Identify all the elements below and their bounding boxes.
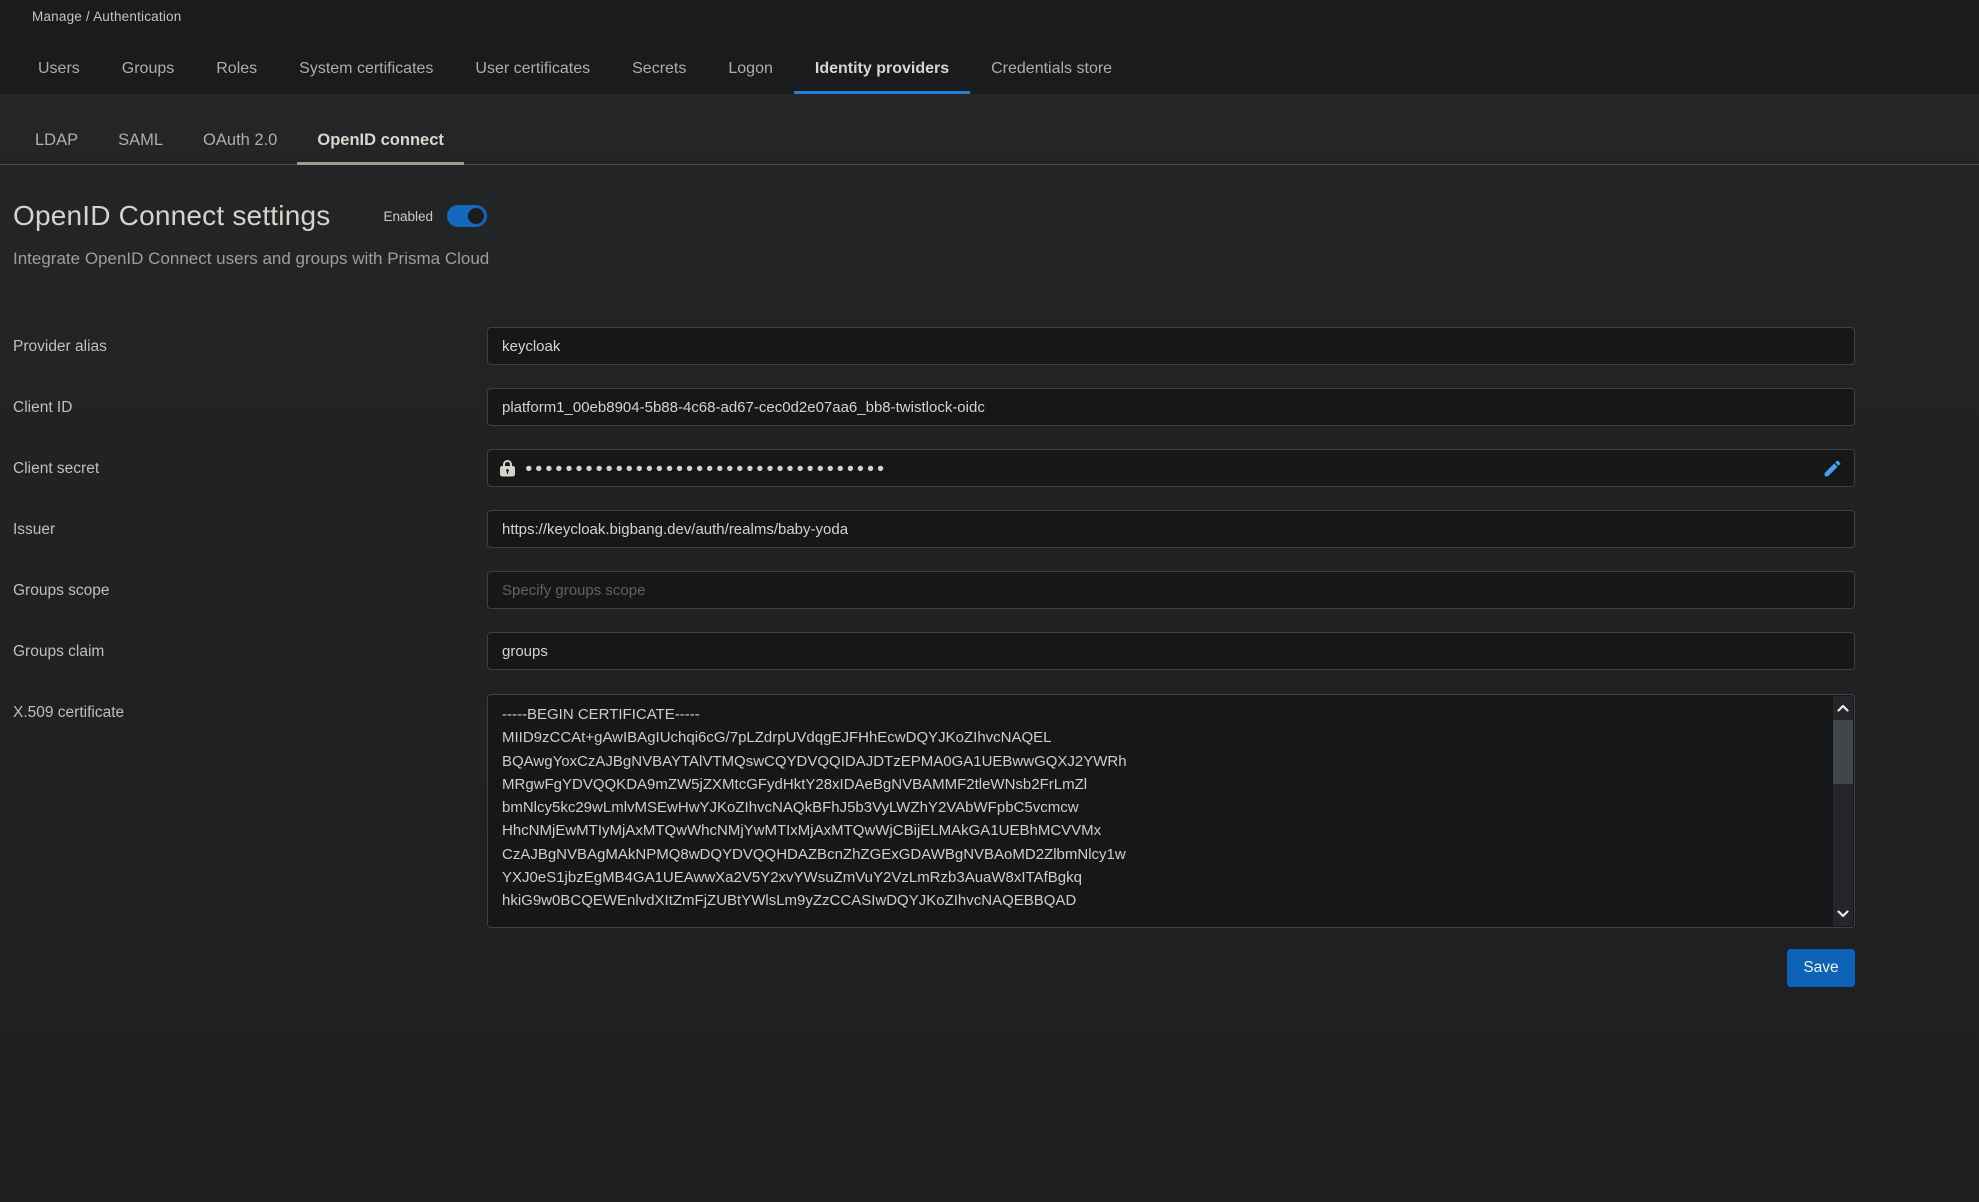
groups-scope-input[interactable] xyxy=(487,571,1855,609)
provider-alias-label: Provider alias xyxy=(13,338,107,356)
edit-secret-pencil-icon[interactable] xyxy=(1820,456,1844,480)
subtab-ldap[interactable]: LDAP xyxy=(15,124,98,165)
scroll-up-icon[interactable] xyxy=(1833,698,1853,718)
certificate-scrollbar[interactable] xyxy=(1833,696,1853,926)
tab-secrets[interactable]: Secrets xyxy=(611,50,707,94)
tab-roles[interactable]: Roles xyxy=(195,50,278,94)
provider-alias-input[interactable] xyxy=(487,327,1855,365)
enabled-label: Enabled xyxy=(383,209,433,224)
tab-groups[interactable]: Groups xyxy=(101,50,195,94)
scrollbar-thumb[interactable] xyxy=(1833,720,1853,784)
subtab-openid-connect[interactable]: OpenID connect xyxy=(297,124,464,165)
tab-identity-providers[interactable]: Identity providers xyxy=(794,50,970,94)
issuer-input[interactable] xyxy=(487,510,1855,548)
enabled-toggle[interactable] xyxy=(447,205,487,227)
page-description: Integrate OpenID Connect users and group… xyxy=(13,249,489,269)
client-secret-label: Client secret xyxy=(13,460,99,478)
groups-claim-label: Groups claim xyxy=(13,643,104,661)
lock-icon xyxy=(500,460,515,477)
x509-certificate-textarea[interactable]: -----BEGIN CERTIFICATE----- MIID9zCCAt+g… xyxy=(487,694,1855,928)
tab-logon[interactable]: Logon xyxy=(707,50,794,94)
sub-tab-bar: LDAP SAML OAuth 2.0 OpenID connect xyxy=(15,124,464,165)
subtab-oauth2[interactable]: OAuth 2.0 xyxy=(183,124,297,165)
tab-users[interactable]: Users xyxy=(17,50,101,94)
tab-system-certificates[interactable]: System certificates xyxy=(278,50,454,94)
main-tab-bar: Users Groups Roles System certificates U… xyxy=(17,50,1133,94)
client-id-input[interactable] xyxy=(487,388,1855,426)
client-id-label: Client ID xyxy=(13,399,72,417)
breadcrumb: Manage / Authentication xyxy=(32,9,181,24)
openid-connect-settings-page: Manage / Authentication Users Groups Rol… xyxy=(0,0,1979,1202)
toggle-knob-icon xyxy=(468,208,484,224)
page-title: OpenID Connect settings xyxy=(13,200,330,232)
x509-certificate-value[interactable]: -----BEGIN CERTIFICATE----- MIID9zCCAt+g… xyxy=(502,703,1824,921)
groups-claim-input[interactable] xyxy=(487,632,1855,670)
tab-credentials-store[interactable]: Credentials store xyxy=(970,50,1133,94)
client-secret-masked-value: ●●●●●●●●●●●●●●●●●●●●●●●●●●●●●●●●●●●● xyxy=(525,461,887,475)
save-button[interactable]: Save xyxy=(1787,949,1855,987)
top-header: Manage / Authentication Users Groups Rol… xyxy=(0,0,1979,94)
client-secret-field[interactable]: ●●●●●●●●●●●●●●●●●●●●●●●●●●●●●●●●●●●● xyxy=(487,449,1855,487)
issuer-label: Issuer xyxy=(13,521,55,539)
groups-scope-label: Groups scope xyxy=(13,582,110,600)
scroll-down-icon[interactable] xyxy=(1833,904,1853,924)
x509-certificate-label: X.509 certificate xyxy=(13,704,124,722)
subtab-saml[interactable]: SAML xyxy=(98,124,183,165)
tab-user-certificates[interactable]: User certificates xyxy=(454,50,611,94)
